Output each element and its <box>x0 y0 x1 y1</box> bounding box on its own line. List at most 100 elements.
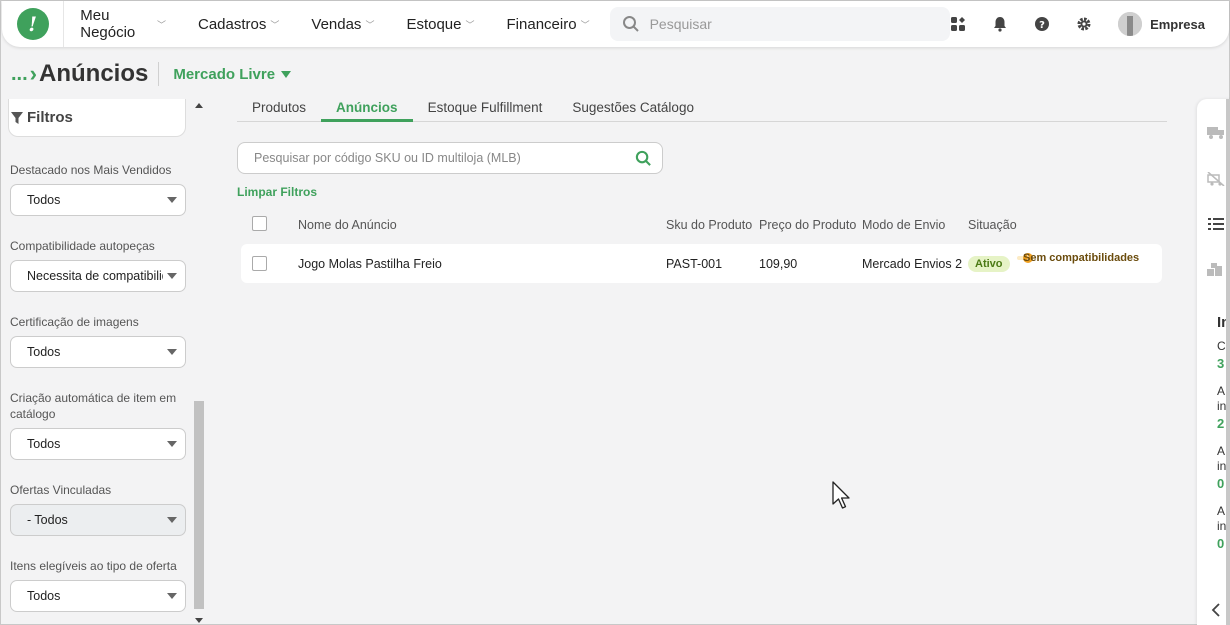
select-value: Todos <box>27 437 61 451</box>
global-search[interactable] <box>609 7 951 41</box>
panel-value: 0 <box>1217 476 1225 491</box>
column-header-shipping[interactable]: Modo de Envio <box>862 218 945 232</box>
logo-container[interactable]: ! <box>2 1 65 47</box>
chevron-left-icon[interactable] <box>1207 602 1225 618</box>
company-name: Empresa <box>1150 16 1205 32</box>
filter-itens-elegiveis-select[interactable]: Todos <box>10 580 186 612</box>
warning-label: Sem compatibilidades <box>1023 252 1140 264</box>
clear-filters-link[interactable]: Limpar Filtros <box>237 185 317 199</box>
chevron-down-icon: ﹀ <box>580 19 590 30</box>
svg-text:?: ? <box>1039 20 1045 31</box>
filter-certificacao-select[interactable]: Todos <box>10 336 186 368</box>
panel-scrollbar[interactable] <box>1226 99 1230 625</box>
panel-value: 2 <box>1217 416 1225 431</box>
filter-criacao-catalogo-select[interactable]: Todos <box>10 428 186 460</box>
scroll-up-arrow-icon[interactable] <box>195 103 203 108</box>
status-badge: Ativo <box>968 256 1010 272</box>
list-icon[interactable] <box>1207 216 1225 232</box>
row-checkbox[interactable] <box>252 256 267 271</box>
caret-down-icon <box>167 593 177 599</box>
scrollbar-thumb[interactable] <box>194 401 204 609</box>
warning-badge[interactable]: ! Sem compatibilidades <box>1017 252 1139 264</box>
nav-label: Estoque <box>406 15 462 33</box>
company-menu[interactable]: Empresa <box>1118 12 1205 36</box>
tab-produtos[interactable]: Produtos <box>237 99 321 122</box>
listing-sku: PAST-001 <box>666 257 723 271</box>
filters-title: Filtros <box>27 109 73 126</box>
caret-down-icon <box>281 70 292 78</box>
tab-estoque-fulfillment[interactable]: Estoque Fulfillment <box>413 99 558 122</box>
listing-search-input[interactable] <box>254 151 624 165</box>
column-header-sku[interactable]: Sku do Produto <box>666 218 752 232</box>
filter-itens-elegiveis: Itens elegíveis ao tipo de oferta Todos <box>10 558 186 612</box>
panel-value: 3 <box>1217 356 1225 371</box>
nav-cadastros[interactable]: Cadastros ﹀ <box>182 16 295 33</box>
filter-icon <box>11 111 23 124</box>
search-icon <box>622 16 639 32</box>
page-title: Anúncios <box>39 60 149 87</box>
panel-text: A <box>1217 504 1226 518</box>
caret-down-icon <box>167 349 177 355</box>
nav-label: Vendas <box>311 15 362 33</box>
tab-anuncios[interactable]: Anúncios <box>321 99 413 122</box>
caret-down-icon <box>167 273 177 279</box>
listing-shipping: Mercado Envios 2 <box>862 257 963 271</box>
select-value: Todos <box>27 345 61 359</box>
filter-label: Criação automática de item em catálogo <box>10 391 177 421</box>
filter-destacado-select[interactable]: Todos <box>10 184 186 216</box>
nav-vendas[interactable]: Vendas ﹀ <box>295 16 390 33</box>
filter-ofertas-vinculadas-select[interactable]: - Todos <box>10 504 186 536</box>
filters-header[interactable]: Filtros <box>8 99 186 137</box>
select-value: - Todos <box>27 513 68 527</box>
listing-tabs: Produtos Anúncios Estoque Fulfillment Su… <box>237 99 1167 122</box>
global-search-input[interactable] <box>649 16 930 32</box>
panel-text: A <box>1217 444 1226 458</box>
select-all-checkbox[interactable] <box>252 216 267 231</box>
panel-text: in <box>1217 519 1227 533</box>
nav-label: Financeiro <box>506 15 577 33</box>
top-icons: ? Empresa <box>950 12 1229 36</box>
no-shipping-icon[interactable] <box>1207 171 1225 187</box>
caret-down-icon <box>167 197 177 203</box>
mouse-cursor-icon <box>832 481 850 509</box>
filter-ofertas-vinculadas: Ofertas Vinculadas - Todos <box>10 482 186 536</box>
nav-financeiro[interactable]: Financeiro ﹀ <box>491 16 606 33</box>
search-icon[interactable] <box>635 150 652 167</box>
nav-estoque[interactable]: Estoque ﹀ <box>390 16 490 33</box>
filter-compatibilidade-select[interactable]: Necessita de compatibilidade <box>10 260 186 292</box>
boxes-icon[interactable] <box>1207 262 1225 278</box>
chevron-down-icon: ﹀ <box>156 19 166 30</box>
listing-name[interactable]: Jogo Molas Pastilha Freio <box>298 257 442 271</box>
truck-icon[interactable] <box>1207 124 1225 140</box>
bell-icon[interactable] <box>992 16 1008 32</box>
column-header-name[interactable]: Nome do Anúncio <box>298 218 397 232</box>
filter-compatibilidade: Compatibilidade autopeças Necessita de c… <box>10 238 186 292</box>
marketplace-selector[interactable]: Mercado Livre <box>173 66 292 83</box>
scroll-down-arrow-icon[interactable] <box>195 618 203 623</box>
apps-grid-icon[interactable] <box>950 16 966 32</box>
filter-label: Destacado nos Mais Vendidos <box>10 163 172 177</box>
table-row[interactable]: Jogo Molas Pastilha Freio PAST-001 109,9… <box>241 244 1162 283</box>
panel-text: C <box>1217 339 1226 353</box>
column-header-status[interactable]: Situação <box>968 218 1017 232</box>
chevron-down-icon: ﹀ <box>365 19 375 30</box>
filter-destacado: Destacado nos Mais Vendidos Todos <box>10 162 186 216</box>
listing-search[interactable] <box>237 142 663 174</box>
nav-meu-negocio[interactable]: Meu Negócio ﹀ <box>64 7 182 41</box>
tab-sugestoes-catalogo[interactable]: Sugestões Catálogo <box>557 99 709 122</box>
sidebar-scrollbar[interactable] <box>193 99 205 625</box>
help-icon[interactable]: ? <box>1034 16 1050 32</box>
chevron-down-icon: ﹀ <box>270 19 280 30</box>
avatar <box>1118 12 1143 36</box>
select-value: Todos <box>27 193 61 207</box>
breadcrumb-more[interactable]: ... <box>11 63 28 86</box>
panel-value: 0 <box>1217 536 1225 551</box>
select-value: Necessita de compatibilidade <box>27 269 163 283</box>
chevron-down-icon: ﹀ <box>465 19 475 30</box>
gear-icon[interactable] <box>1076 16 1092 32</box>
app-logo[interactable]: ! <box>16 8 49 40</box>
filter-criacao-catalogo: Criação automática de item em catálogo T… <box>10 390 186 460</box>
listing-price: 109,90 <box>759 257 798 271</box>
top-navigation-bar: ! Meu Negócio ﹀ Cadastros ﹀ Vendas ﹀ Estoqu… <box>2 1 1229 47</box>
column-header-price[interactable]: Preço do Produto <box>759 218 856 232</box>
